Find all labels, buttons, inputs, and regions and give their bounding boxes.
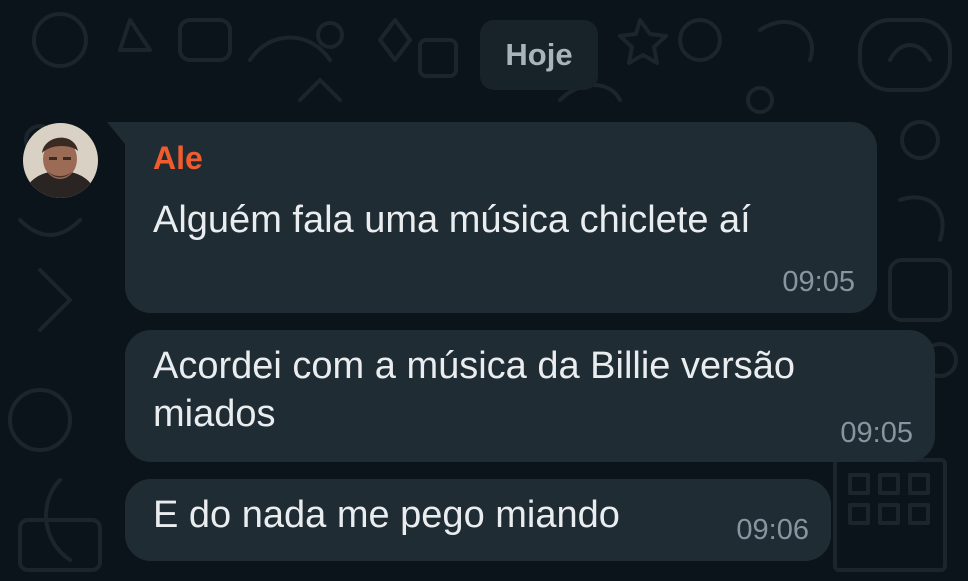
message-bubble-incoming[interactable]: Acordei com a música da Billie versão mi… (125, 330, 935, 462)
message-bubble-incoming[interactable]: Ale Alguém fala uma música chiclete aí 0… (107, 122, 877, 313)
message-time: 09:05 (782, 266, 855, 298)
avatar-photo-icon[interactable] (23, 123, 98, 198)
message-text: Acordei com a música da Billie versão mi… (153, 342, 795, 438)
message-text-line: Acordei com a música da Billie versão (153, 345, 796, 387)
date-separator: Hoje (480, 20, 598, 90)
chat-view[interactable]: Hoje Ale Alguém fala uma música chiclete… (0, 0, 968, 581)
message-time: 09:05 (840, 417, 913, 449)
message-text-line: miados (153, 393, 276, 435)
message-text: Alguém fala uma música chiclete aí (153, 199, 751, 241)
message-bubble-incoming[interactable]: E do nada me pego miando 09:06 (125, 479, 831, 561)
message-text: E do nada me pego miando (153, 494, 620, 536)
message-time: 09:06 (736, 514, 809, 546)
sender-name[interactable]: Ale (153, 140, 203, 177)
bubble-tail (107, 122, 125, 144)
